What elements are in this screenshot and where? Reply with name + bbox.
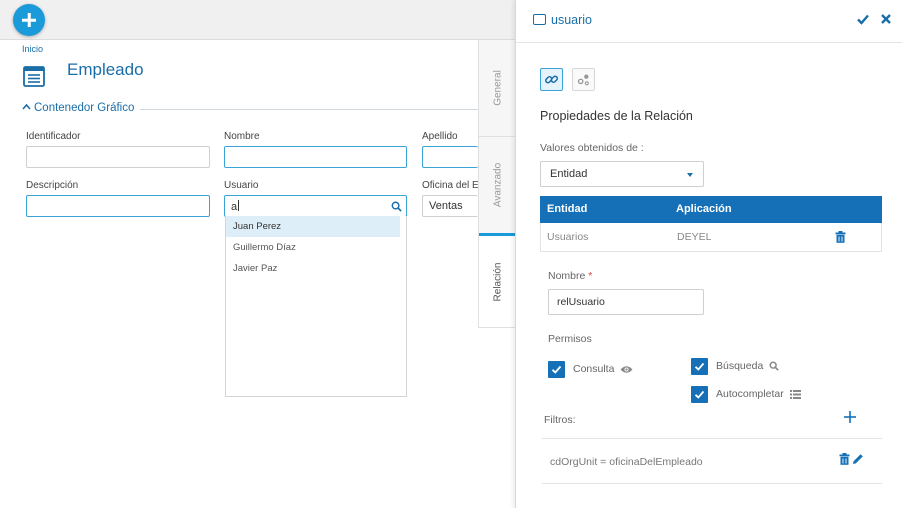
form-list-icon [22, 64, 46, 88]
filtros-label: Filtros: [544, 414, 576, 426]
usuario-suggestions: Juan Perez Guillermo Díaz Javier Paz [225, 216, 407, 397]
usuario-value: a [231, 201, 238, 213]
cell-aplicacion: DEYEL [677, 231, 712, 243]
apellido-label: Apellido [422, 131, 458, 142]
panel-section-title: Propiedades de la Relación [540, 109, 693, 123]
list-icon [789, 389, 801, 399]
consulta-text: Consulta [573, 363, 615, 375]
filter-divider [542, 483, 882, 484]
consulta-label: Consulta [573, 363, 633, 375]
nombre-rel-label-text: Nombre [548, 270, 586, 282]
checkmark-icon [694, 390, 705, 399]
table-row: Usuarios DEYEL [540, 223, 882, 252]
consulta-checkbox[interactable] [548, 361, 565, 378]
identificador-field[interactable] [26, 146, 210, 168]
process-mode-button[interactable] [572, 68, 595, 91]
identificador-label: Identificador [26, 131, 81, 142]
suggestion-item[interactable]: Javier Paz [226, 258, 406, 279]
relation-mode-button[interactable] [540, 68, 563, 91]
panel-title: usuario [551, 13, 592, 27]
oficina-label: Oficina del E [422, 180, 479, 191]
section-title: Contenedor Gráfico [34, 102, 135, 114]
nombre-field[interactable] [224, 146, 407, 168]
cell-entidad: Usuarios [547, 231, 589, 243]
filter-divider [542, 438, 882, 439]
nombre-rel-label: Nombre * [548, 270, 592, 282]
eye-icon [620, 365, 633, 373]
suggestion-item[interactable]: Juan Perez [226, 216, 400, 237]
nombre-label: Nombre [224, 131, 260, 142]
busqueda-text: Búsqueda [716, 360, 764, 372]
tab-general[interactable]: General [479, 40, 516, 137]
permisos-label: Permisos [548, 333, 592, 345]
check-icon[interactable] [856, 12, 870, 26]
descripcion-field[interactable] [26, 195, 210, 217]
page-title: Empleado [67, 60, 144, 79]
vertical-tabs: General Avanzado Relación [478, 40, 516, 328]
autocompletar-text: Autocompletar [716, 388, 784, 400]
busqueda-checkbox[interactable] [691, 358, 708, 375]
close-icon[interactable] [879, 12, 893, 26]
usuario-field[interactable]: a [224, 195, 407, 217]
chevron-up-icon [22, 103, 31, 110]
trash-icon[interactable] [839, 453, 850, 465]
add-fab-button[interactable] [13, 4, 45, 36]
required-mark: * [588, 270, 593, 282]
valores-label: Valores obtenidos de : [540, 142, 644, 154]
col-aplicacion: Aplicación [676, 203, 732, 215]
field-box-icon [533, 14, 546, 25]
tab-avanzado-label: Avanzado [492, 162, 503, 208]
app-root: Inicio Empleado Contenedor Gráfico Ident… [0, 0, 902, 508]
suggestion-item[interactable]: Guillermo Díaz [226, 237, 406, 258]
oficina-field[interactable]: Ventas [422, 195, 478, 217]
checkmark-icon [694, 362, 705, 371]
tab-relacion-label: Relación [492, 262, 503, 301]
search-icon [769, 361, 779, 371]
search-icon[interactable] [391, 201, 402, 212]
panel-header: usuario [516, 0, 902, 43]
autocompletar-checkbox[interactable] [691, 386, 708, 403]
busqueda-label: Búsqueda [716, 360, 779, 372]
section-toggle[interactable]: Contenedor Gráfico [22, 102, 134, 114]
tab-general-label: General [492, 70, 503, 106]
chevron-down-icon [687, 173, 693, 177]
tab-relacion[interactable]: Relación [479, 233, 516, 328]
descripcion-label: Descripción [26, 180, 79, 191]
nombre-rel-field[interactable]: relUsuario [548, 289, 704, 315]
usuario-label: Usuario [224, 180, 259, 191]
table-header: Entidad Aplicación [540, 196, 882, 223]
relation-panel: usuario Propiedades de la Relación Valor… [515, 0, 902, 508]
breadcrumb[interactable]: Inicio [22, 44, 43, 54]
add-filter-icon[interactable] [843, 410, 857, 424]
pencil-icon[interactable] [852, 453, 864, 465]
tab-avanzado[interactable]: Avanzado [479, 137, 516, 234]
apellido-field[interactable] [422, 146, 478, 168]
autocompletar-label: Autocompletar [716, 388, 801, 400]
section-divider [140, 109, 485, 110]
checkmark-icon [551, 365, 562, 374]
valores-select[interactable]: Entidad [540, 161, 704, 187]
trash-icon[interactable] [835, 231, 846, 243]
link-icon [545, 75, 559, 84]
valores-selected: Entidad [550, 168, 588, 180]
col-entidad: Entidad [547, 203, 588, 215]
filter-item-text: cdOrgUnit = oficinaDelEmpleado [550, 456, 703, 468]
nodes-icon [577, 74, 589, 86]
